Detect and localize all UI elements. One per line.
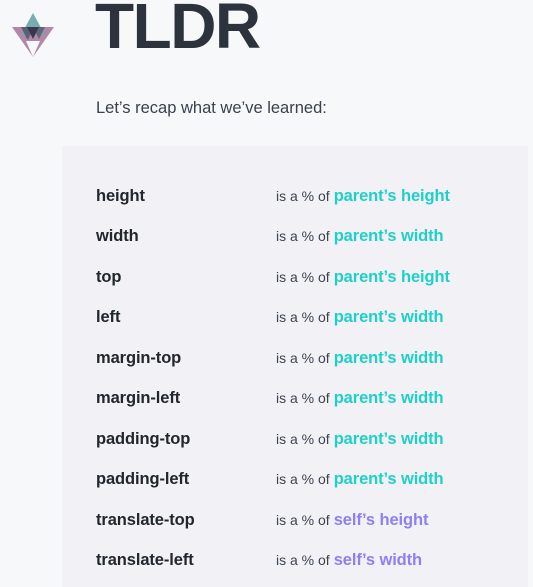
connector-text: is a % of: [276, 268, 330, 285]
relative-to-description: is a % of parent’s height: [276, 187, 450, 206]
triangles-logo-icon: [8, 8, 58, 58]
reference-target: self’s width: [333, 551, 423, 570]
reference-target: parent’s width: [333, 389, 444, 408]
recap-row: padding-top is a % of parent’s width: [62, 419, 528, 460]
css-property-name: left: [96, 308, 121, 327]
relative-to-description: is a % of self’s width: [276, 551, 422, 570]
connector-text: is a % of: [276, 430, 330, 447]
relative-to-description: is a % of parent’s width: [276, 430, 444, 449]
reference-target: parent’s width: [333, 429, 444, 448]
css-property-name: top: [96, 267, 122, 286]
reference-target: self’s height: [333, 510, 429, 529]
recap-row-list: height is a % of parent’s height width is a …: [62, 146, 528, 581]
relative-to-description: is a % of parent’s width: [276, 389, 444, 408]
reference-target: parent’s width: [333, 470, 444, 489]
recap-row: translate-top is a % of self’s height: [62, 500, 528, 541]
recap-row: left is a % of parent’s width: [62, 298, 528, 339]
css-property-name: height: [96, 186, 145, 205]
page-header: TLDR Let’s recap what we’ve learned:: [0, 0, 533, 146]
relative-to-description: is a % of parent’s width: [276, 349, 444, 368]
recap-panel: height is a % of parent’s height width is a …: [62, 146, 528, 587]
css-property-name: padding-top: [96, 429, 191, 448]
css-property-name: margin-top: [96, 348, 182, 367]
recap-row: width is a % of parent’s width: [62, 217, 528, 258]
relative-to-description: is a % of parent’s width: [276, 227, 444, 246]
css-property-name: margin-left: [96, 389, 181, 408]
css-property-name: width: [96, 227, 139, 246]
reference-target: parent’s width: [333, 227, 444, 246]
relative-to-description: is a % of parent’s width: [276, 470, 444, 489]
connector-text: is a % of: [276, 511, 330, 528]
relative-to-description: is a % of parent’s width: [276, 308, 444, 327]
connector-text: is a % of: [276, 187, 330, 204]
recap-row: margin-left is a % of parent’s width: [62, 379, 528, 420]
reference-target: parent’s height: [333, 267, 450, 286]
recap-row: padding-left is a % of parent’s width: [62, 460, 528, 501]
recap-row: translate-left is a % of self’s width: [62, 541, 528, 582]
relative-to-description: is a % of self’s height: [276, 511, 428, 530]
connector-text: is a % of: [276, 349, 330, 366]
css-property-name: padding-left: [96, 470, 190, 489]
connector-text: is a % of: [276, 309, 330, 326]
reference-target: parent’s width: [333, 348, 444, 367]
reference-target: parent’s width: [333, 308, 444, 327]
connector-text: is a % of: [276, 390, 330, 407]
css-property-name: translate-top: [96, 510, 195, 529]
connector-text: is a % of: [276, 552, 330, 569]
recap-row: height is a % of parent’s height: [62, 176, 528, 217]
recap-row: top is a % of parent’s height: [62, 257, 528, 298]
css-property-name: translate-left: [96, 551, 194, 570]
connector-text: is a % of: [276, 228, 330, 245]
connector-text: is a % of: [276, 471, 330, 488]
recap-row: margin-top is a % of parent’s width: [62, 338, 528, 379]
page-title: TLDR: [95, 0, 261, 62]
relative-to-description: is a % of parent’s height: [276, 268, 450, 287]
reference-target: parent’s height: [333, 186, 450, 205]
page-subtitle: Let’s recap what we’ve learned:: [96, 99, 327, 117]
